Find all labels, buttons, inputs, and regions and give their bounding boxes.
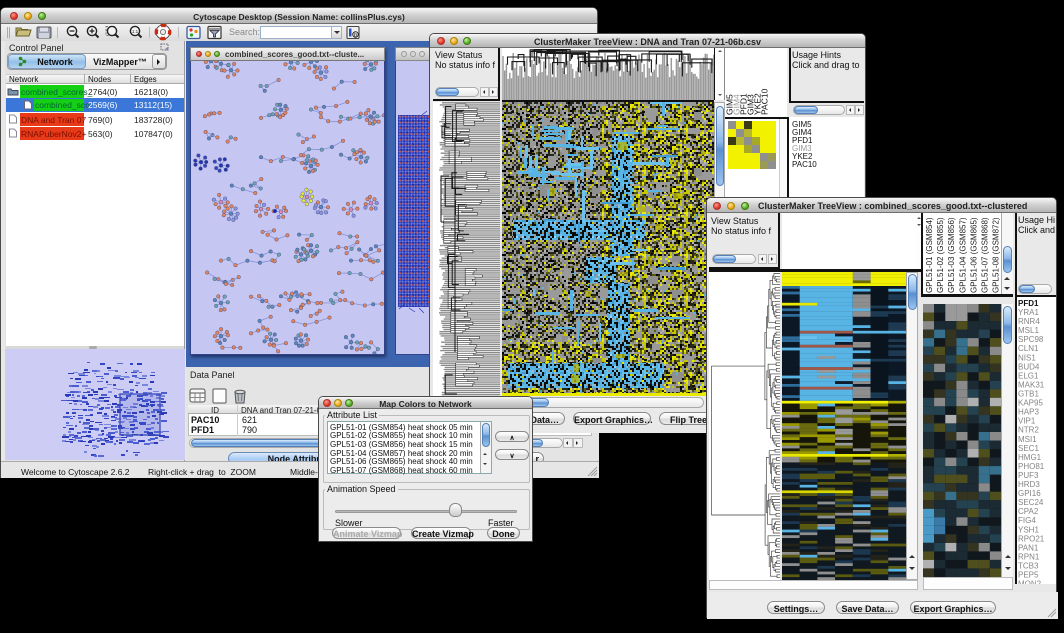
svg-text:GPL51-03 (GSM856): GPL51-03 (GSM856) (947, 217, 956, 293)
svg-text:GPL51-07 (GSM868): GPL51-07 (GSM868) (981, 217, 990, 293)
svg-text:SEC1: SEC1 (1018, 444, 1039, 453)
svg-text:CPA2: CPA2 (1018, 507, 1039, 516)
svg-text:TCB3: TCB3 (1018, 562, 1039, 571)
svg-text:SPC98: SPC98 (1018, 335, 1044, 344)
svg-text:GPI16: GPI16 (1018, 489, 1041, 498)
svg-text:MAK31: MAK31 (1018, 381, 1045, 390)
svg-text:CLN1: CLN1 (1018, 344, 1039, 353)
svg-text:GPL51-04 (GSM857): GPL51-04 (GSM857) (958, 217, 967, 293)
svg-text:b: b (354, 32, 357, 38)
svg-text:FIG4: FIG4 (1018, 516, 1036, 525)
svg-text:GPL51-02 (GSM855): GPL51-02 (GSM855) (936, 217, 945, 293)
svg-text:PHO81: PHO81 (1018, 462, 1045, 471)
svg-text:GPL51-06 (GSM865): GPL51-06 (GSM865) (969, 217, 978, 293)
svg-text:GTB1: GTB1 (1018, 390, 1039, 399)
svg-text:BUD4: BUD4 (1018, 362, 1040, 371)
svg-text:GPL51-01 (GSM854): GPL51-01 (GSM854) (925, 217, 934, 293)
svg-text:YSH1: YSH1 (1018, 525, 1039, 534)
svg-text:PAN1: PAN1 (1018, 543, 1039, 552)
svg-text:MON2: MON2 (1018, 580, 1042, 584)
svg-text:RPO21: RPO21 (1018, 534, 1045, 543)
svg-text:MSL1: MSL1 (1018, 326, 1039, 335)
svg-text:NIS1: NIS1 (1018, 353, 1036, 362)
svg-text:YRA1: YRA1 (1018, 308, 1039, 317)
svg-text:PFD1: PFD1 (1018, 299, 1039, 308)
svg-text:HRD3: HRD3 (1018, 480, 1040, 489)
svg-text:HAP3: HAP3 (1018, 408, 1039, 417)
svg-text:VIP1: VIP1 (1018, 417, 1036, 426)
svg-text:RPN1: RPN1 (1018, 552, 1040, 561)
svg-text:MSI1: MSI1 (1018, 435, 1037, 444)
svg-text:1:1: 1:1 (132, 29, 139, 34)
svg-text:GPL51-08 (GSM872): GPL51-08 (GSM872) (992, 217, 1001, 293)
svg-text:NTR2: NTR2 (1018, 426, 1039, 435)
svg-text:ELG1: ELG1 (1018, 371, 1039, 380)
svg-text:PAC10: PAC10 (760, 88, 770, 115)
svg-text:PUF3: PUF3 (1018, 471, 1039, 480)
svg-text:PEP5: PEP5 (1018, 571, 1039, 580)
svg-text:KAP95: KAP95 (1018, 399, 1043, 408)
svg-text:HMG1: HMG1 (1018, 453, 1042, 462)
svg-text:RNR4: RNR4 (1018, 317, 1040, 326)
svg-text:SEC24: SEC24 (1018, 498, 1044, 507)
